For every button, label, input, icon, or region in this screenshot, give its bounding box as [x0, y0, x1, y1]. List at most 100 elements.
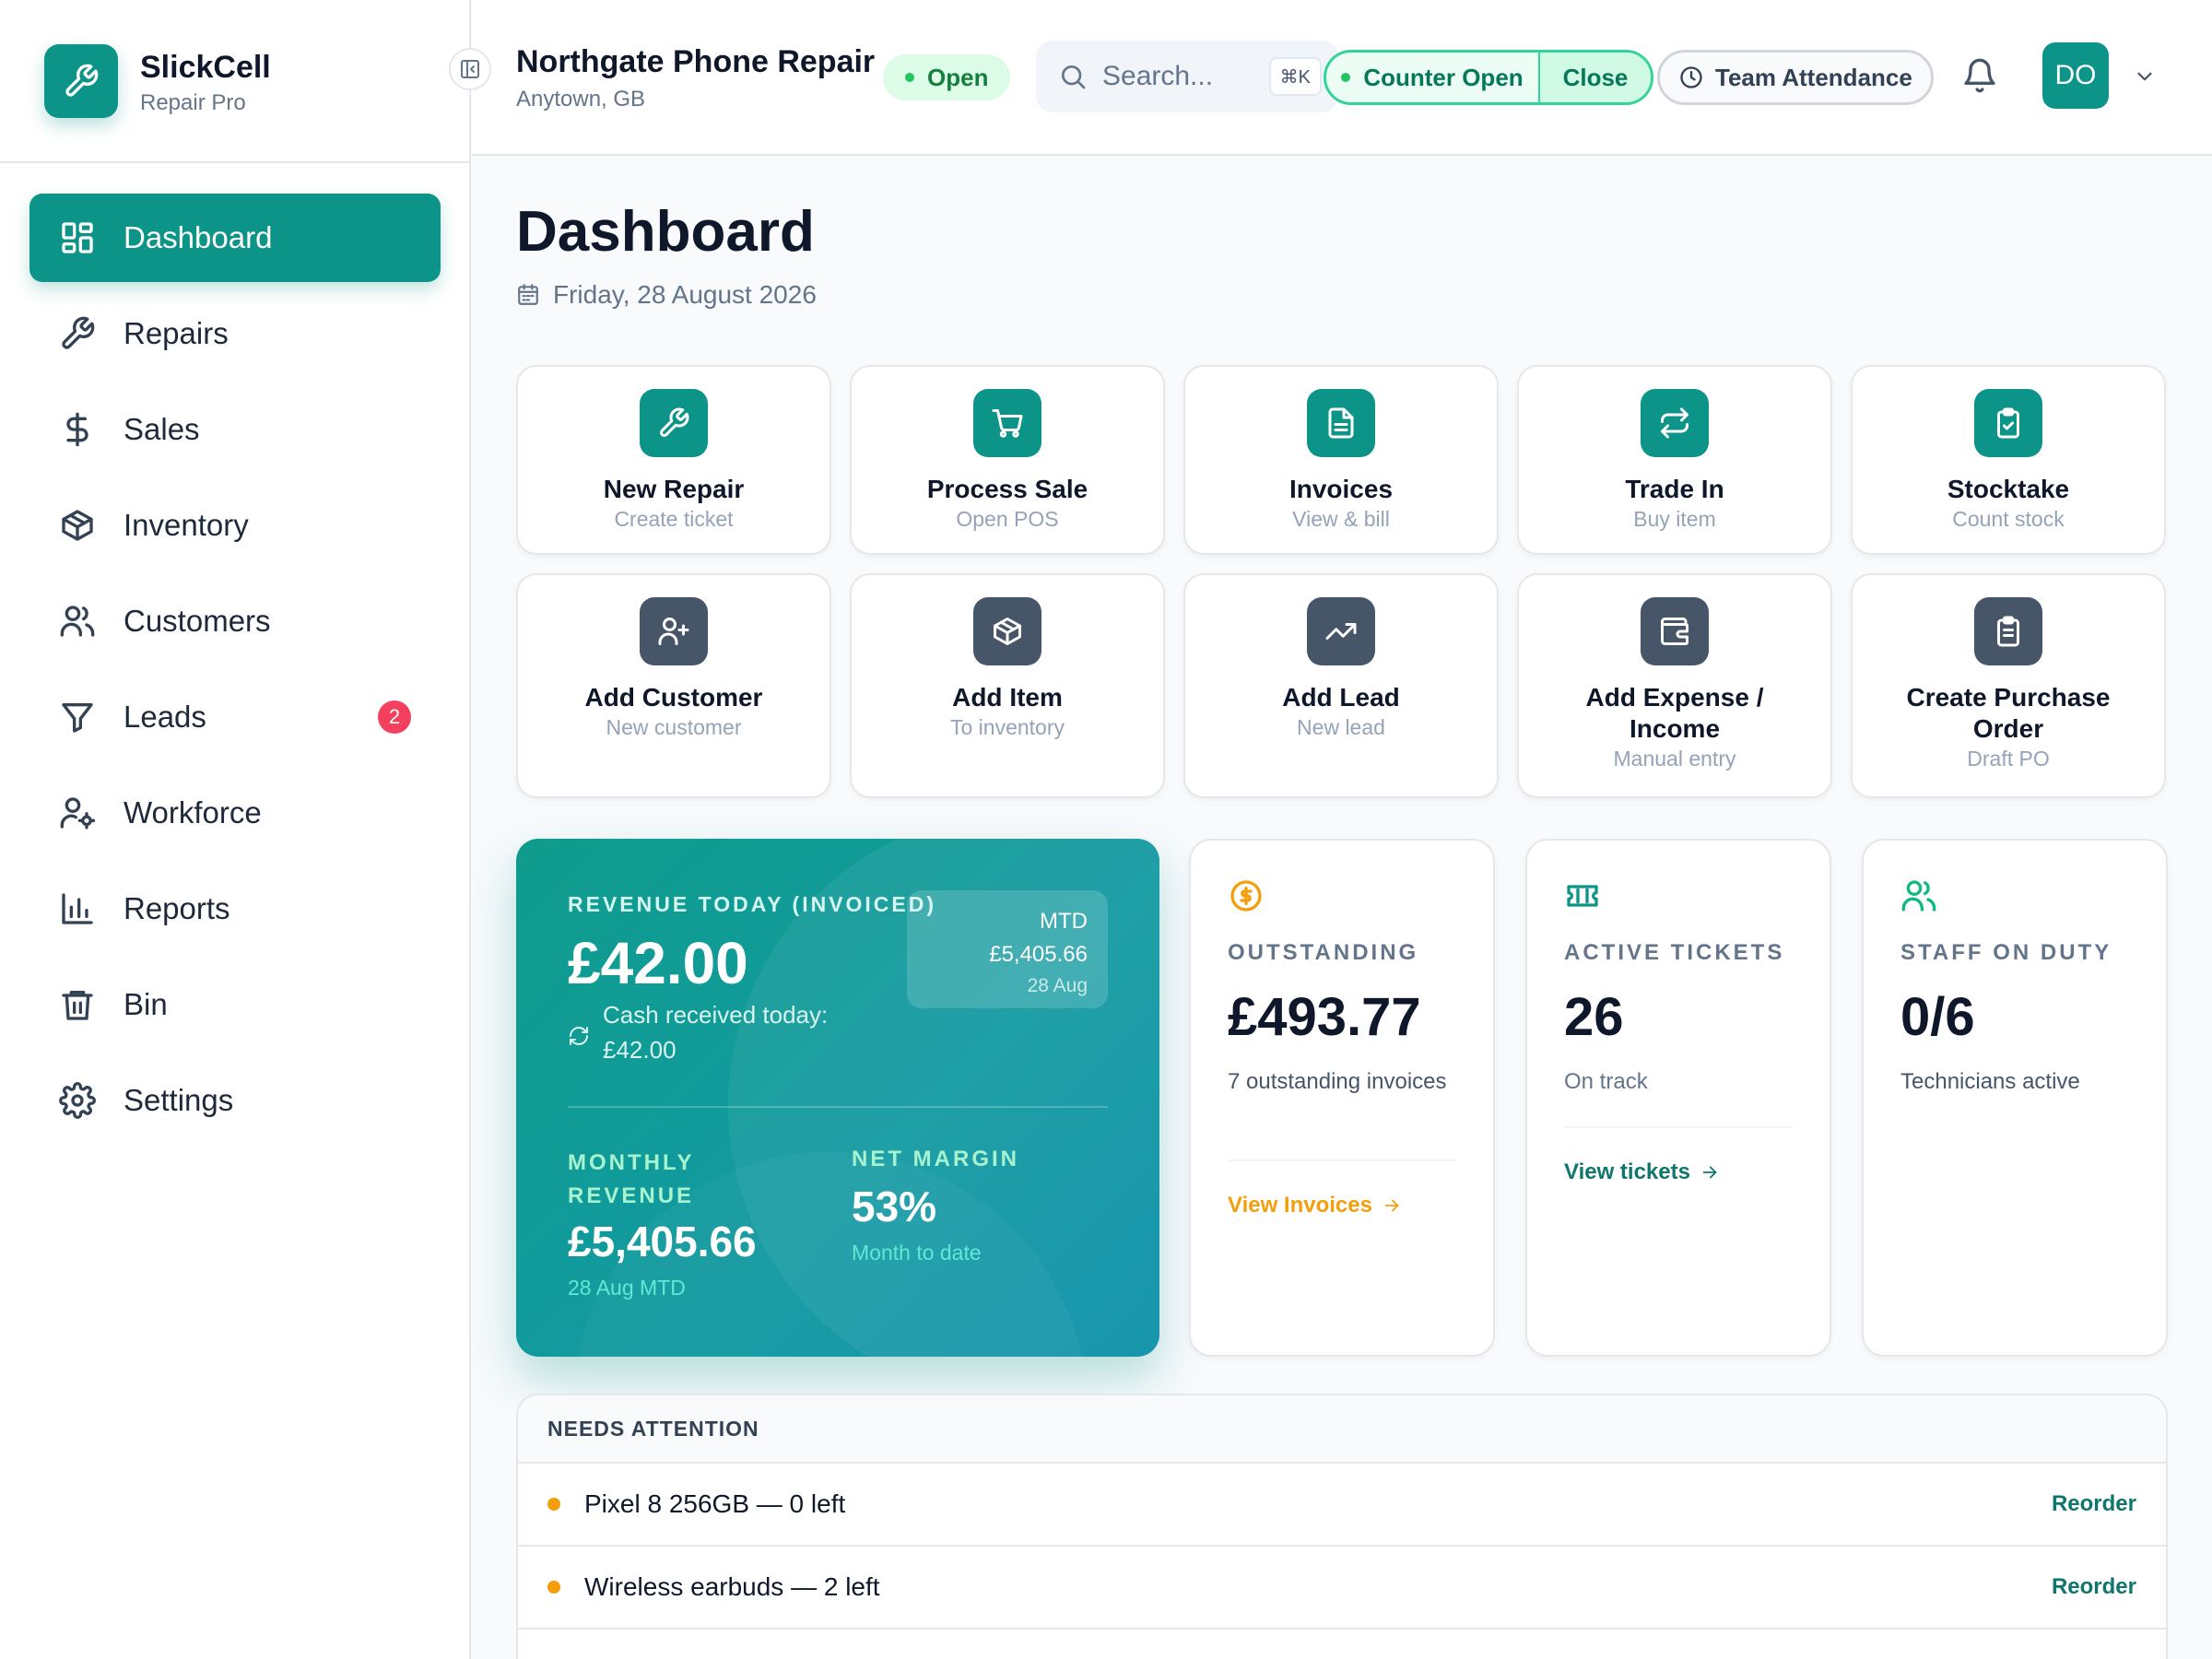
sidebar-nav: Dashboard Repairs Sales Inventory Custom… — [29, 194, 441, 1152]
users-icon — [60, 606, 95, 637]
process-sale-action[interactable]: Process Sale Open POS — [850, 365, 1165, 555]
sidebar-item-label: Customers — [124, 604, 271, 638]
trade-in-action[interactable]: Trade In Buy item — [1517, 365, 1832, 555]
attention-item-text: Wireless earbuds — 2 left — [584, 1572, 880, 1601]
calendar-icon — [518, 284, 538, 305]
warning-dot — [547, 1498, 560, 1511]
sidebar-item-label: Workforce — [124, 795, 262, 830]
monthly-revenue-label: MONTHLY REVENUE — [568, 1150, 695, 1208]
stocktake-action[interactable]: Stocktake Count stock — [1851, 365, 2166, 555]
clipboard-check-icon — [1974, 389, 2042, 457]
net-margin-label: NET MARGIN — [852, 1147, 1019, 1171]
action-title: Process Sale — [926, 475, 1088, 503]
invoices-action[interactable]: Invoices View & bill — [1183, 365, 1499, 555]
sidebar-item-dashboard[interactable]: Dashboard — [29, 194, 441, 282]
ticket-icon — [1564, 877, 1601, 914]
sidebar-item-label: Settings — [124, 1083, 234, 1117]
active-tickets-value: 26 — [1564, 987, 1624, 1047]
sidebar-item-settings[interactable]: Settings — [29, 1056, 441, 1145]
sidebar-item-sales[interactable]: Sales — [29, 385, 441, 474]
clipboard-list-icon — [1974, 597, 2042, 665]
user-gear-icon — [60, 797, 96, 830]
cart-icon — [973, 389, 1041, 457]
add-customer-action[interactable]: Add Customer New customer — [516, 573, 831, 798]
outstanding-sub: 7 outstanding invoices — [1228, 1069, 1447, 1094]
leads-badge: 2 — [378, 700, 411, 734]
add-item-action[interactable]: Add Item To inventory — [850, 573, 1165, 798]
mtd-date: 28 Aug — [1027, 975, 1088, 996]
sidebar-collapse-icon — [461, 60, 479, 78]
brand-name: SlickCell — [140, 50, 271, 85]
action-title: Add Expense / Income — [1585, 683, 1764, 743]
sidebar-item-label: Inventory — [124, 508, 249, 542]
action-subtitle: To inventory — [949, 715, 1065, 739]
wrench-icon[interactable] — [44, 44, 118, 118]
chevron-down-icon[interactable] — [2133, 65, 2157, 88]
box-icon — [62, 510, 93, 541]
add-expense-income-action[interactable]: Add Expense / Income Manual entry — [1517, 573, 1832, 798]
needs-attention-panel: NEEDS ATTENTION Pixel 8 256GB — 0 left R… — [516, 1394, 2168, 1659]
sidebar-item-label: Dashboard — [124, 220, 273, 254]
revenue-card: REVENUE TODAY (INVOICED) £42.00 Cash rec… — [516, 839, 1159, 1357]
close-counter-button[interactable]: Close — [1540, 53, 1651, 102]
sidebar-item-label: Leads — [124, 700, 206, 734]
action-title: Add Item — [952, 683, 1063, 712]
sidebar-item-reports[interactable]: Reports — [29, 865, 441, 953]
mtd-label: MTD — [1040, 909, 1088, 934]
monthly-revenue-sub: 28 Aug MTD — [568, 1276, 686, 1300]
counter-status-group: Counter Open Close — [1324, 50, 1653, 105]
new-repair-action[interactable]: New Repair Create ticket — [516, 365, 831, 555]
divider — [1228, 1159, 1456, 1161]
attention-item-text: Pixel 8 256GB — 0 left — [584, 1489, 846, 1518]
trending-up-icon — [1307, 597, 1375, 665]
quick-actions: New Repair Create ticket Process Sale Op… — [516, 365, 2168, 798]
monthly-revenue-value: £5,405.66 — [568, 1218, 757, 1265]
view-invoices-link[interactable]: View Invoices — [1228, 1193, 1402, 1218]
search-placeholder: Search... — [1102, 61, 1214, 91]
sidebar-item-bin[interactable]: Bin — [29, 960, 441, 1049]
bell-icon[interactable] — [1961, 57, 1998, 94]
add-lead-action[interactable]: Add Lead New lead — [1183, 573, 1499, 798]
status-dot — [905, 73, 914, 82]
divider — [568, 1106, 1108, 1108]
revenue-today-label: REVENUE TODAY (INVOICED) — [568, 892, 937, 916]
sidebar-item-workforce[interactable]: Workforce — [29, 769, 441, 857]
action-subtitle: Create ticket — [614, 507, 734, 531]
create-purchase-order-action[interactable]: Create Purchase Order Draft PO — [1851, 573, 2166, 798]
shop-status-label: Open — [927, 63, 989, 91]
action-title: Add Customer — [584, 683, 763, 712]
avatar[interactable]: DO — [2042, 42, 2109, 109]
revenue-today-value: £42.00 — [568, 930, 748, 996]
active-tickets-card: ACTIVE TICKETS 26 On track View tickets — [1525, 839, 1831, 1357]
view-tickets-link[interactable]: View tickets — [1564, 1159, 1720, 1185]
net-margin-sub: Month to date — [852, 1241, 982, 1265]
brand: SlickCell Repair Pro — [0, 0, 469, 163]
bar-chart-icon — [62, 893, 93, 924]
team-attendance-button[interactable]: Team Attendance — [1657, 50, 1934, 105]
swap-icon — [1641, 389, 1709, 457]
staff-on-duty-card: STAFF ON DUTY 0/6 Technicians active — [1862, 839, 2168, 1357]
reorder-button[interactable]: Reorder — [2052, 1574, 2136, 1600]
sidebar-item-repairs[interactable]: Repairs — [29, 289, 441, 378]
action-subtitle: New customer — [606, 715, 742, 739]
sidebar-item-customers[interactable]: Customers — [29, 577, 441, 665]
sidebar-item-inventory[interactable]: Inventory — [29, 481, 441, 570]
page-date-text: Friday, 28 August 2026 — [553, 280, 817, 309]
view-tickets-label: View tickets — [1564, 1159, 1690, 1184]
counter-open-status[interactable]: Counter Open — [1326, 53, 1540, 102]
cash-received-text: Cash received today: £42.00 — [603, 1001, 829, 1064]
sidebar-item-leads[interactable]: Leads 2 — [29, 673, 441, 761]
list-item: Pixel 8 256GB — 0 left Reorder — [518, 1464, 2166, 1547]
dashboard-icon — [62, 222, 93, 253]
outstanding-label: OUTSTANDING — [1228, 940, 1419, 965]
sidebar-item-label: Bin — [124, 987, 168, 1021]
search-input[interactable]: Search... ⌘K — [1036, 41, 1338, 112]
sidebar-item-label: Sales — [124, 412, 200, 446]
sidebar-item-label: Reports — [124, 891, 230, 925]
reorder-button[interactable]: Reorder — [2052, 1491, 2136, 1517]
outstanding-value: £493.77 — [1228, 987, 1421, 1047]
sidebar-item-label: Repairs — [124, 316, 229, 350]
collapse-sidebar-button[interactable] — [449, 48, 491, 90]
team-attendance-label: Team Attendance — [1715, 63, 1912, 91]
needs-attention-title: NEEDS ATTENTION — [518, 1395, 2166, 1464]
